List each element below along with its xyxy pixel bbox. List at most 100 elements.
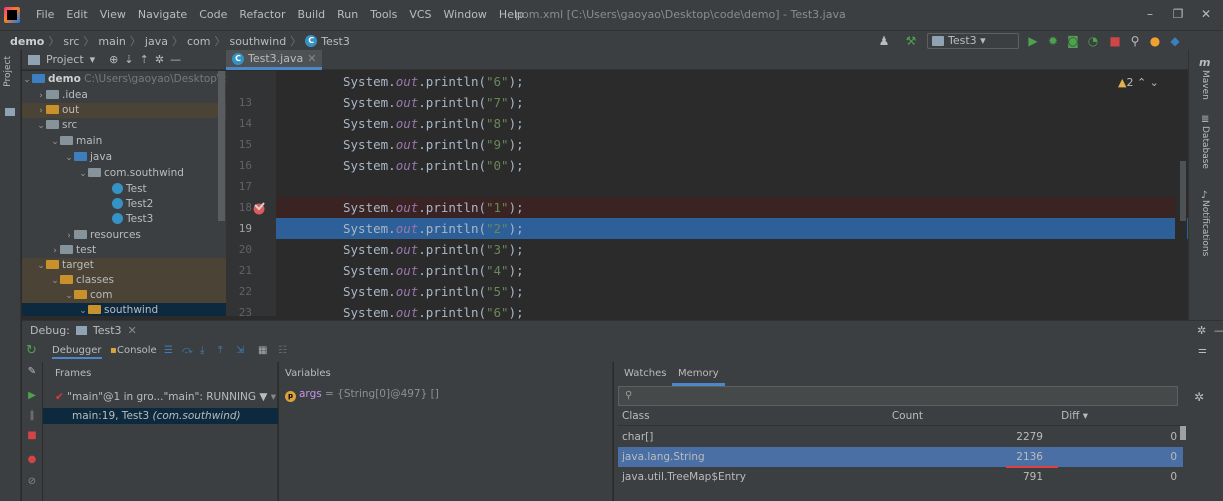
tab-test3-java[interactable]: C Test3.java ✕ [226, 50, 323, 70]
restore-layout-icon[interactable]: ⚌ [1198, 343, 1207, 359]
project-tool-tab[interactable]: Project [3, 56, 13, 87]
restore-icon[interactable]: ❐ [1168, 5, 1188, 23]
tree-node-idea[interactable]: › .idea [22, 88, 226, 103]
coverage-icon[interactable]: ◙ [1064, 33, 1082, 49]
tree-node-demo[interactable]: ⌄ demo C:\Users\gaoyao\Desktop\code\demo [22, 72, 226, 87]
tab-memory[interactable]: Memory [672, 366, 725, 386]
column-class[interactable]: Class [622, 406, 650, 426]
tree-node-test[interactable]: Test [22, 182, 226, 197]
expand-arrow-icon[interactable]: ⌄ [78, 167, 88, 182]
tree-node-main[interactable]: ⌄ main [22, 134, 226, 149]
stop-icon[interactable]: ■ [26, 430, 38, 442]
build-hammer-icon[interactable]: ⚒ [902, 33, 920, 49]
menu-vcs[interactable]: VCS [409, 8, 431, 21]
menu-edit[interactable]: Edit [66, 8, 87, 21]
settings-wrench-icon[interactable]: ✎ [26, 366, 38, 378]
crumb-src[interactable]: src [63, 35, 79, 48]
expand-arrow-icon[interactable]: ⌄ [50, 274, 60, 289]
menu-tools[interactable]: Tools [370, 8, 397, 21]
menu-window[interactable]: Window [444, 8, 487, 21]
mute-breakpoints-icon[interactable]: ⊘ [26, 476, 38, 488]
crumb-test3[interactable]: Test3 [321, 35, 350, 48]
tree-node-test2[interactable]: Test2 [22, 197, 226, 212]
expand-arrow-icon[interactable]: ⌄ [36, 259, 46, 274]
hide-panel-icon[interactable]: — [1214, 324, 1223, 337]
menu-code[interactable]: Code [199, 8, 227, 21]
tree-scrollbar[interactable] [218, 71, 225, 221]
expand-arrow-icon[interactable]: ⌄ [78, 304, 88, 316]
collapse-arrow-icon[interactable]: › [36, 89, 46, 104]
profile-icon[interactable]: ◔ [1084, 33, 1102, 49]
code-line[interactable]: System.out.println("5"); [276, 281, 1188, 302]
crumb-southwind[interactable]: southwind [229, 35, 286, 48]
pause-icon[interactable]: ‖ [26, 410, 38, 422]
project-view-select[interactable]: Project [46, 53, 84, 66]
code-line[interactable]: System.out.println("9"); [276, 134, 1188, 155]
inspection-widget[interactable]: ▲2 ⌃ ⌄ [1118, 76, 1159, 89]
collapse-all-icon[interactable]: ⇡ [140, 53, 149, 66]
expand-all-icon[interactable]: ⇣ [124, 53, 133, 66]
tree-node-classes[interactable]: ⌄ classes [22, 273, 226, 288]
run-configuration-select[interactable]: Test3 ▾ [927, 33, 1019, 49]
expand-arrow-icon[interactable]: ⌄ [36, 119, 46, 134]
crumb-com[interactable]: com [187, 35, 211, 48]
close-icon[interactable]: ✕ [128, 324, 137, 337]
step-into-icon[interactable]: ⤓ [200, 343, 204, 359]
code-line[interactable]: System.out.println("4"); [276, 260, 1188, 281]
expand-arrow-icon[interactable]: ⌄ [64, 151, 74, 166]
memory-scrollbar[interactable] [1180, 426, 1186, 440]
resume-icon[interactable]: ▶ [26, 390, 38, 402]
thread-select[interactable]: ✔ "main"@1 in gro..."main": RUNNING ▼ ▾ [55, 388, 276, 406]
crumb-java[interactable]: java [145, 35, 168, 48]
tree-node-com-southwind[interactable]: ⌄ com.southwind [22, 166, 226, 181]
expand-arrow-icon[interactable]: ⌄ [50, 135, 60, 150]
tree-node-target[interactable]: ⌄ target [22, 258, 226, 273]
breakpoint-icon[interactable] [252, 201, 266, 215]
code-line[interactable]: System.out.println("0"); [276, 155, 1188, 176]
collapse-arrow-icon[interactable]: › [64, 229, 74, 244]
expand-arrow-icon[interactable]: ⌄ [22, 73, 32, 88]
stop-icon[interactable]: ■ [1106, 33, 1124, 49]
current-execution-line[interactable]: System.out.println("2"); [276, 218, 1188, 239]
view-breakpoints-icon[interactable]: ● [26, 454, 38, 466]
scrollbar-thumb[interactable] [1180, 161, 1186, 221]
database-tool-tab[interactable]: Database [1200, 126, 1210, 169]
column-count[interactable]: Count [892, 406, 923, 426]
hide-panel-icon[interactable]: — [170, 53, 181, 66]
breakpoint-line[interactable]: System.out.println("1"); [276, 197, 1188, 218]
evaluate-icon[interactable]: ▦ [258, 343, 267, 359]
menu-refactor[interactable]: Refactor [239, 8, 285, 21]
gear-icon[interactable]: ✲ [1194, 390, 1204, 404]
code-line[interactable]: System.out.println("6"); [276, 71, 1188, 92]
minimize-icon[interactable]: – [1140, 5, 1160, 23]
collapse-arrow-icon[interactable]: › [50, 244, 60, 259]
code-line[interactable] [276, 176, 1188, 197]
debug-icon[interactable]: ✹ [1044, 33, 1062, 49]
tab-watches[interactable]: Watches [618, 366, 673, 386]
tree-node-southwind[interactable]: ⌄ southwind [22, 303, 226, 316]
code-line[interactable]: System.out.println("3"); [276, 239, 1188, 260]
table-row[interactable]: char[] 2279 0 [618, 427, 1183, 447]
run-to-cursor-icon[interactable]: ⇲ [236, 343, 244, 359]
tree-node-test-folder[interactable]: › test [22, 243, 226, 258]
maven-tool-tab[interactable]: Maven [1200, 70, 1210, 100]
layout-icon[interactable]: ☷ [278, 343, 287, 359]
tree-node-com[interactable]: ⌄ com [22, 288, 226, 303]
locate-file-icon[interactable]: ⊕ [109, 53, 118, 66]
gear-icon[interactable]: ✲ [155, 53, 164, 66]
menu-navigate[interactable]: Navigate [138, 8, 187, 21]
tree-node-src[interactable]: ⌄ src [22, 118, 226, 133]
table-row[interactable]: java.util.TreeMap$Entry 791 0 [618, 467, 1183, 487]
crumb-demo[interactable]: demo [10, 35, 44, 48]
code-line[interactable]: System.out.println("7"); [276, 92, 1188, 113]
line-number-gutter[interactable]: 13 14 15 16 17 18 19 20 21 22 23 [226, 71, 276, 319]
table-row-selected[interactable]: java.lang.String 2136 0 [618, 447, 1183, 467]
variable-row[interactable]: p args = {String[0]@497} [] [285, 388, 439, 402]
update-icon[interactable]: ● [1146, 33, 1164, 49]
close-tab-icon[interactable]: ✕ [307, 52, 316, 65]
tab-debugger[interactable]: Debugger [52, 343, 102, 359]
expand-arrow-icon[interactable]: ⌄ [64, 289, 74, 304]
gear-icon[interactable]: ✲ [1197, 324, 1206, 337]
step-out-icon[interactable]: ⤒ [218, 343, 222, 359]
debug-session-tab[interactable]: Test3 [93, 324, 122, 337]
